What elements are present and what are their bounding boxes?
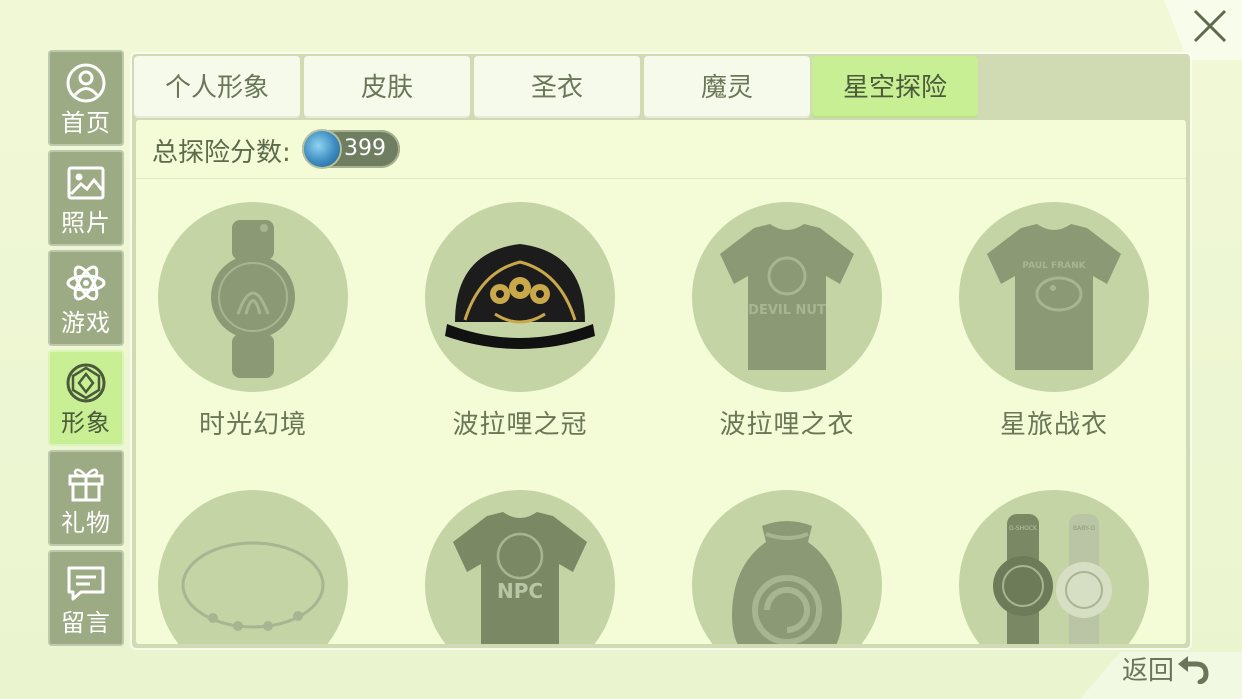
item-circle: PAUL FRANK bbox=[959, 202, 1149, 392]
sidebar-item-label: 首页 bbox=[61, 109, 111, 137]
diamond-icon bbox=[66, 363, 106, 403]
sidebar-item-games[interactable]: 游戏 bbox=[48, 250, 124, 346]
watch-brand-a: G-SHOCK bbox=[1009, 525, 1038, 532]
item-name: 波拉哩之冠 bbox=[452, 410, 588, 440]
score-value: 399 bbox=[344, 136, 386, 161]
item-circle bbox=[425, 202, 615, 392]
back-button[interactable]: 返回 bbox=[1120, 648, 1210, 688]
tshirt-icon: NPC bbox=[453, 512, 587, 644]
sidebar-item-gifts[interactable]: 礼物 bbox=[48, 450, 124, 546]
planet-icon bbox=[304, 131, 340, 167]
sidebar-item-messages[interactable]: 留言 bbox=[48, 550, 124, 646]
item-name: 波拉哩之衣 bbox=[719, 410, 855, 440]
atom-icon bbox=[66, 265, 106, 301]
back-label: 返回 bbox=[1122, 656, 1175, 686]
gift-icon bbox=[68, 468, 104, 502]
sidebar-item-label: 礼物 bbox=[61, 509, 111, 537]
watches-icon: G-SHOCK BABY-G bbox=[993, 514, 1112, 644]
item-name: 星旅战衣 bbox=[999, 410, 1108, 440]
cap-icon bbox=[445, 244, 595, 349]
watch-icon bbox=[211, 220, 295, 378]
tab-spirit[interactable]: 魔灵 bbox=[644, 56, 810, 118]
score-badge: 399 bbox=[302, 130, 400, 168]
item-circle: G-SHOCK BABY-G bbox=[959, 490, 1149, 644]
tab-star-adventure[interactable]: 星空探险 bbox=[812, 56, 978, 118]
sidebar-item-photos[interactable]: 照片 bbox=[48, 150, 124, 246]
item-name: 时光幻境 bbox=[198, 410, 307, 440]
sidebar-item-label: 留言 bbox=[61, 609, 111, 637]
tab-skin[interactable]: 皮肤 bbox=[304, 56, 470, 118]
tab-personal-image[interactable]: 个人形象 bbox=[134, 56, 300, 118]
item-circle: NPC bbox=[425, 490, 615, 644]
watch-brand-b: BABY-G bbox=[1073, 525, 1095, 532]
shirt-print: DEVIL NUT bbox=[748, 303, 826, 318]
photo-icon bbox=[67, 166, 105, 200]
score-row: 总探险分数: 399 bbox=[136, 120, 1186, 179]
sidebar-item-home[interactable]: 首页 bbox=[48, 50, 124, 146]
item-circle bbox=[158, 490, 348, 644]
tshirt-icon: DEVIL NUT bbox=[720, 224, 854, 370]
user-icon bbox=[66, 63, 106, 103]
close-button[interactable] bbox=[1190, 6, 1230, 46]
close-icon bbox=[1193, 9, 1227, 43]
shirt-print: PAUL FRANK bbox=[1022, 261, 1086, 271]
tab-armor[interactable]: 圣衣 bbox=[474, 56, 640, 118]
item-grid-area: 总探险分数: 399 时光幻境 波拉哩之冠 DEVIL NUT 波拉哩之衣 PA… bbox=[136, 120, 1186, 644]
sidebar-item-label: 形象 bbox=[61, 409, 111, 437]
item-circle bbox=[692, 490, 882, 644]
bag-icon bbox=[732, 521, 842, 644]
return-arrow-icon bbox=[1178, 656, 1209, 684]
bracelet-icon bbox=[181, 541, 325, 631]
item-circle bbox=[158, 202, 348, 392]
sidebar-item-avatar[interactable]: 形象 bbox=[48, 350, 124, 446]
sidebar-item-label: 照片 bbox=[61, 209, 111, 237]
message-icon bbox=[67, 566, 105, 601]
shirt-print: NPC bbox=[497, 579, 543, 603]
sidebar-item-label: 游戏 bbox=[61, 309, 111, 337]
item-circle: DEVIL NUT bbox=[692, 202, 882, 392]
score-label: 总探险分数: bbox=[152, 138, 291, 168]
tshirt-icon: PAUL FRANK bbox=[987, 224, 1121, 370]
